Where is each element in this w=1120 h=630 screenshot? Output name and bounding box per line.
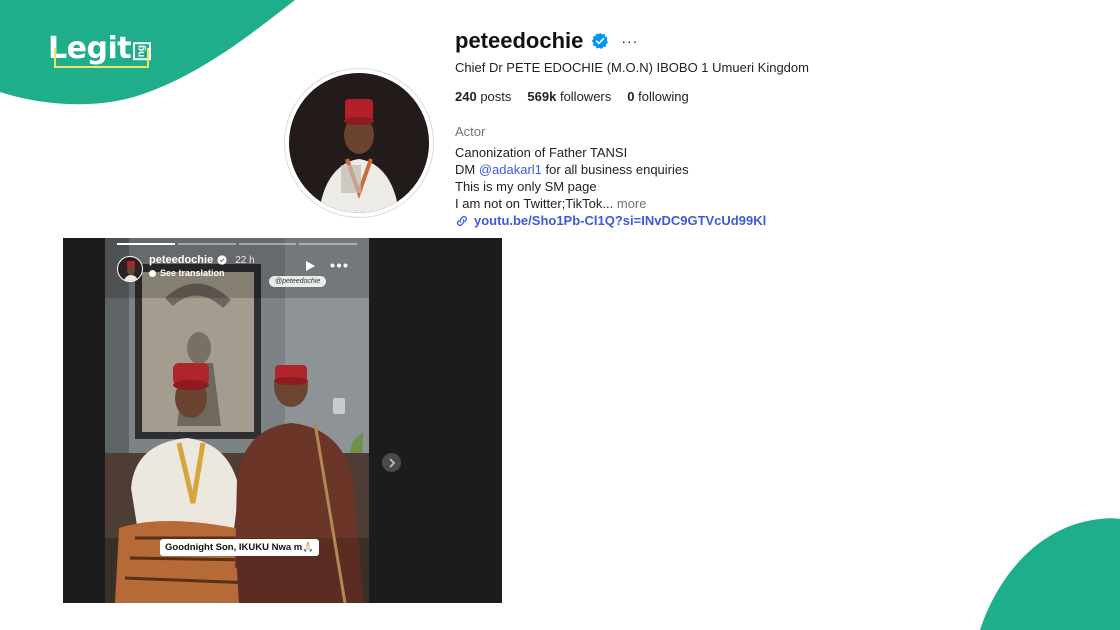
bio-line-1: Canonization of Father TANSI — [455, 145, 628, 160]
posts-count: 240 — [455, 89, 477, 104]
profile-link[interactable]: youtu.be/Sho1Pb-Cl1Q?si=INvDC9GTVcUd99Kl — [455, 213, 1015, 228]
link-icon — [457, 215, 467, 226]
bio-mention-link[interactable]: @adakarl1 — [479, 162, 542, 177]
bio-dm-prefix: DM — [455, 162, 479, 177]
brand-shape-bottom — [980, 518, 1120, 630]
legit-logo[interactable]: Legit ng — [48, 30, 152, 66]
followers-label: followers — [559, 89, 612, 104]
bio-line-4-text: I am not on Twitter;TikTok... — [455, 196, 614, 211]
chevron-right-icon — [388, 457, 395, 468]
avatar-image — [289, 73, 429, 213]
story-options-ellipsis-icon[interactable] — [330, 263, 348, 268]
story-progress-segment — [117, 243, 175, 245]
profile-stats: 240 posts 569k followers 0 following — [455, 89, 1015, 104]
story-caption: Goodnight Son, IKUKU Nwa m🙏🏻 — [160, 539, 320, 556]
story-username[interactable]: peteedochie — [149, 254, 213, 266]
logo-suffix: ng — [133, 41, 152, 61]
story-progress-segment — [238, 243, 297, 245]
full-name: Chief Dr PETE EDOCHIE (M.O.N) IBOBO 1 Um… — [455, 60, 809, 75]
username[interactable]: peteedochie — [455, 28, 583, 54]
following-count: 0 — [627, 89, 635, 104]
bio-more-link[interactable]: more — [617, 196, 647, 211]
following-label: following — [638, 89, 689, 104]
bio-line-2: DM @adakarl1 for all business enquiries — [455, 161, 1015, 178]
verified-badge-icon — [592, 32, 609, 49]
username-row: peteedochie ··· — [455, 28, 1015, 54]
story-mention-tag[interactable]: @peteedochie — [269, 276, 327, 287]
story-card[interactable]: peteedochie 22 h See translation @peteed… — [105, 238, 369, 603]
story-progress — [117, 243, 357, 245]
see-translation-button[interactable]: See translation — [149, 268, 225, 278]
story-verified-badge-icon — [217, 255, 227, 265]
profile-link-text: youtu.be/Sho1Pb-Cl1Q?si=INvDC9GTVcUd99Kl — [474, 213, 767, 228]
profile-category: Actor — [455, 124, 486, 139]
profile-bio: Canonization of Father TANSI DM @adakarl… — [455, 144, 1015, 212]
posts-stat[interactable]: 240 posts — [455, 89, 511, 104]
posts-label: posts — [480, 89, 512, 104]
story-avatar[interactable] — [117, 256, 143, 282]
see-translation-label: See translation — [160, 268, 225, 278]
story-progress-segment — [299, 243, 357, 245]
options-ellipsis-icon[interactable]: ··· — [621, 33, 638, 49]
followers-stat[interactable]: 569k followers — [527, 89, 611, 104]
translate-icon — [149, 269, 156, 277]
story-time: 22 h — [235, 254, 255, 266]
story-progress-segment — [177, 243, 236, 245]
bio-dm-suffix: for all business enquiries — [541, 162, 689, 177]
profile-header: peteedochie ··· Chief Dr PETE EDOCHIE (M… — [455, 28, 1015, 228]
profile-avatar[interactable] — [284, 68, 434, 218]
story-next-button[interactable] — [382, 453, 401, 472]
followers-count: 569k — [527, 89, 557, 104]
following-stat[interactable]: 0 following — [627, 89, 688, 104]
bio-line-3: This is my only SM page — [455, 179, 597, 194]
logo-text: Legit — [48, 30, 132, 66]
play-icon[interactable] — [304, 260, 316, 272]
bio-line-4: I am not on Twitter;TikTok... more — [455, 195, 1015, 212]
